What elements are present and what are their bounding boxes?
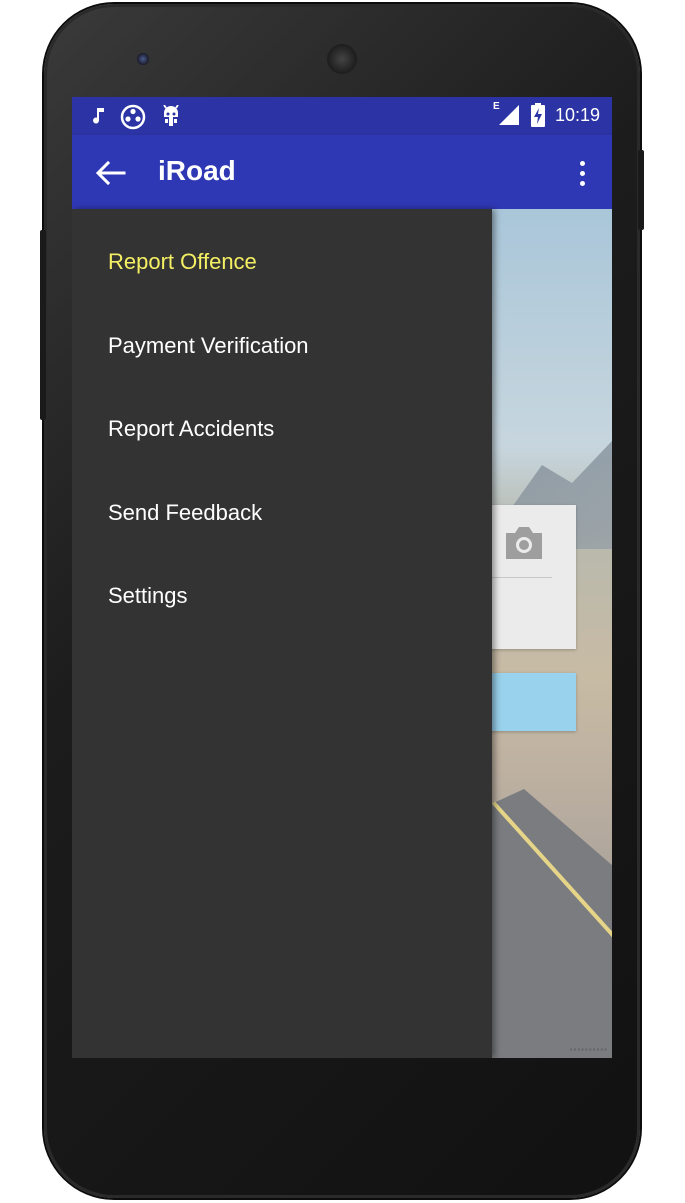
drawer-item-report-offence[interactable]: Report Offence bbox=[108, 249, 257, 275]
screen: E 10:19 iRoad ▪▪▪▪▪▪▪▪▪▪ Report Offence … bbox=[72, 97, 612, 1058]
back-button[interactable] bbox=[90, 153, 130, 193]
overflow-menu-button[interactable] bbox=[570, 155, 594, 191]
power-button bbox=[638, 150, 644, 230]
earpiece-speaker bbox=[327, 44, 357, 74]
status-bar: E 10:19 bbox=[72, 97, 612, 135]
network-type-label: E bbox=[492, 101, 500, 112]
clock: 10:19 bbox=[554, 104, 600, 125]
front-camera bbox=[137, 53, 149, 65]
app-bar: iRoad bbox=[72, 135, 612, 209]
android-bug-icon bbox=[160, 105, 182, 129]
volume-button bbox=[40, 230, 46, 420]
battery-charging-icon bbox=[530, 103, 545, 127]
film-reel-icon bbox=[120, 104, 146, 130]
more-vert-icon bbox=[579, 158, 585, 188]
input-underline bbox=[484, 577, 552, 578]
signal-icon: E bbox=[493, 101, 521, 127]
background-road bbox=[472, 789, 612, 1058]
proximity-sensors bbox=[522, 55, 558, 68]
camera-icon[interactable] bbox=[502, 525, 546, 566]
drawer-item-report-accidents[interactable]: Report Accidents bbox=[108, 416, 274, 442]
drawer-item-payment-verification[interactable]: Payment Verification bbox=[108, 333, 309, 359]
drawer-item-settings[interactable]: Settings bbox=[108, 583, 188, 609]
music-note-icon bbox=[90, 106, 106, 128]
drawer-item-send-feedback[interactable]: Send Feedback bbox=[108, 500, 262, 526]
arrow-left-icon bbox=[94, 159, 126, 187]
app-title: iRoad bbox=[158, 155, 236, 186]
navigation-drawer: Report Offence Payment Verification Repo… bbox=[72, 209, 492, 1058]
watermark: ▪▪▪▪▪▪▪▪▪▪ bbox=[569, 1045, 608, 1054]
